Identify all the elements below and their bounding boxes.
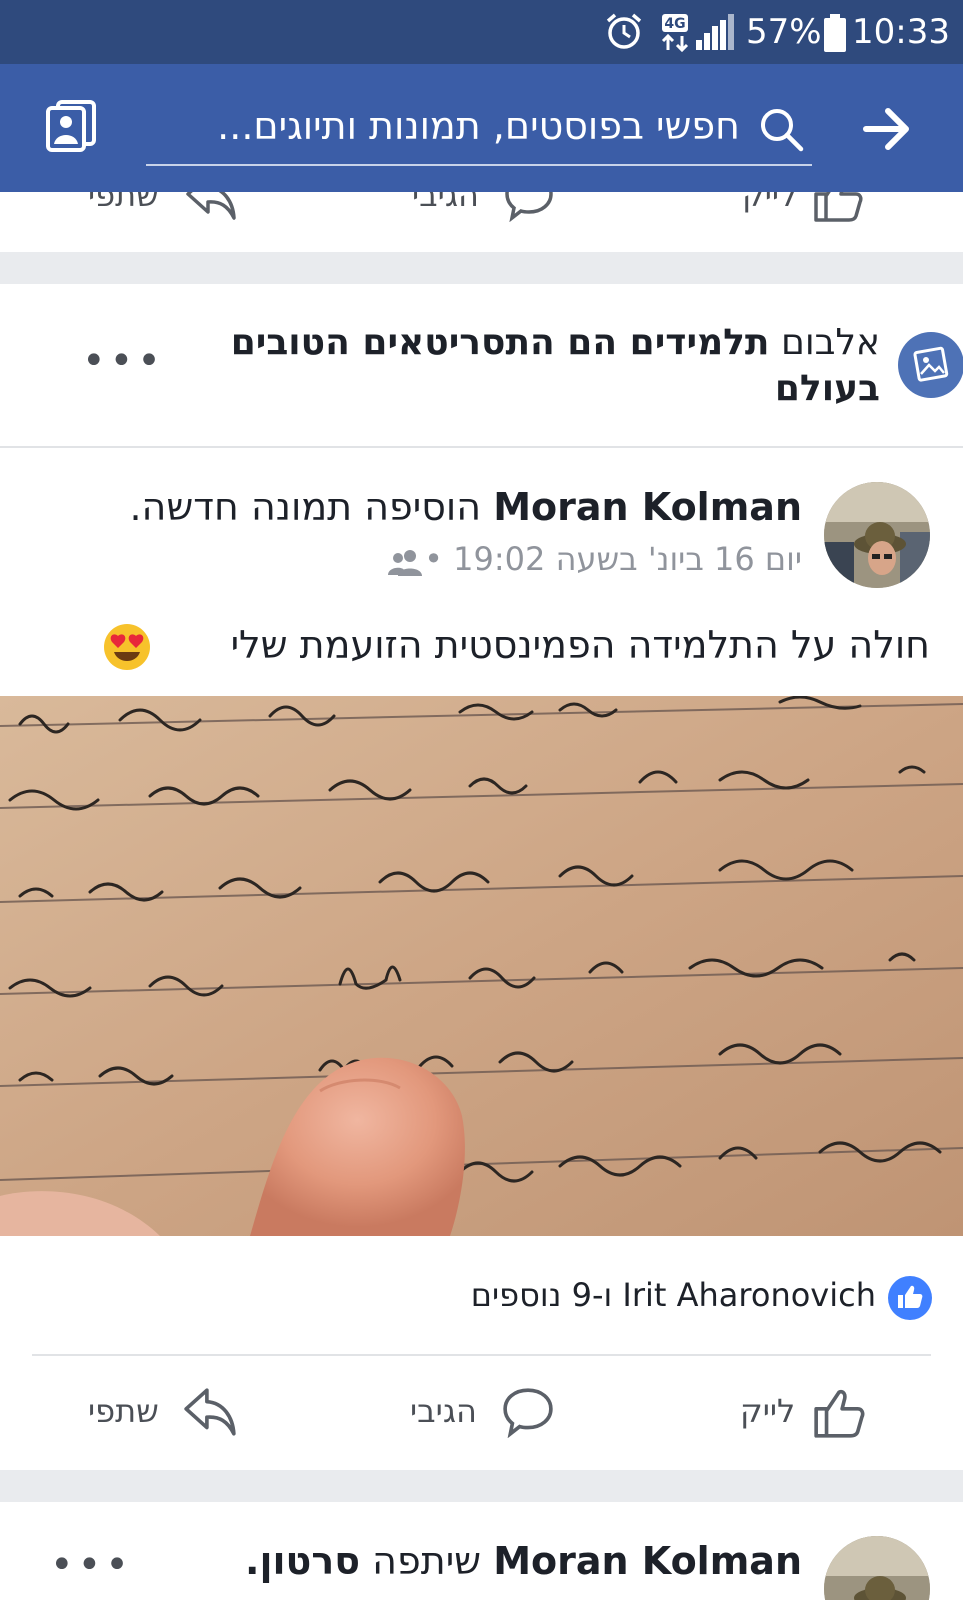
battery-icon [824,14,846,52]
post-more-menu[interactable]: ••• [50,1542,133,1588]
signal-icon [696,14,734,50]
avatar[interactable] [824,1536,930,1600]
comment-icon [503,1388,553,1438]
mobile-data-icon: 4G [661,14,689,52]
post-text: חולה על התלמידה הפמינסטית הזועמת שלי [230,623,930,667]
comment-icon[interactable] [504,192,554,222]
search-bar: חפשי בפוסטים, תמונות ותיוגים... [0,64,963,192]
share-label-partial: שתפי [88,192,159,214]
search-input[interactable]: חפשי בפוסטים, תמונות ותיוגים... [160,104,740,148]
search-icon[interactable] [758,106,804,152]
post-headline: Moran Kolman הוסיפה תמונה חדשה. [100,482,802,532]
clock-time: 10:33 [852,12,950,52]
post-photo[interactable] [0,696,963,1236]
post-meta: יום 16 ביונ' בשעה 19:02 • [380,540,802,578]
next-post-headline: Moran Kolman שיתפה סרטון. [100,1536,802,1586]
album-icon [913,346,949,382]
photos-icon[interactable] [44,100,98,154]
comment-button[interactable]: הגיבי [400,1384,560,1444]
like-label: לייק [740,1392,796,1430]
like-icon[interactable] [812,192,864,224]
share-button[interactable]: שתפי [84,1384,244,1444]
like-button[interactable]: לייק [720,1384,870,1444]
notebook-photo [0,696,963,1236]
post-author-name[interactable]: Moran Kolman [493,485,802,529]
next-post-action: שיתפה [372,1539,482,1583]
share-label: שתפי [88,1392,159,1430]
divider [32,1354,931,1356]
network-type-label: 4G [664,16,685,32]
like-icon [814,1389,865,1438]
back-arrow-icon[interactable] [862,106,912,152]
like-reaction-badge [888,1276,932,1320]
album-title[interactable]: אלבום תלמידים הם התסריטאים הטובים בעולם [200,320,880,412]
post-timestamp[interactable]: יום 16 ביונ' בשעה 19:02 [453,540,802,578]
next-post-author[interactable]: Moran Kolman [493,1539,802,1583]
heart-eyes-emoji [104,624,150,670]
search-underline [146,164,812,166]
friends-audience-icon [388,550,422,576]
album-more-menu[interactable]: ••• [82,338,165,384]
post-action-text: הוסיפה תמונה חדשה. [129,485,482,529]
thumbs-up-icon [898,1285,923,1308]
avatar-image [824,1536,930,1600]
next-post-object[interactable]: סרטון. [245,1539,360,1583]
share-icon [184,1388,236,1436]
reactions-summary[interactable]: Irit Aharonovich ו-9 נוספים [400,1276,876,1314]
album-prefix: אלבום [780,322,880,363]
feed-separator [0,252,963,284]
battery-percent: 57% [746,12,822,52]
meta-dot: • [424,540,443,578]
comment-label-partial: הגיבי [412,192,479,214]
comment-label: הגיבי [410,1392,477,1430]
album-avatar [898,332,963,398]
alarm-clock-icon [606,13,642,49]
share-icon[interactable] [184,192,238,222]
avatar-image [824,482,930,588]
divider [0,446,963,448]
like-label-partial: לייק [742,192,798,214]
status-bar: 4G 57% 10:33 [0,0,963,64]
previous-post-actions: לייק הגיבי שתפי [0,192,963,252]
avatar[interactable] [824,482,930,588]
feed-separator [0,1470,963,1502]
